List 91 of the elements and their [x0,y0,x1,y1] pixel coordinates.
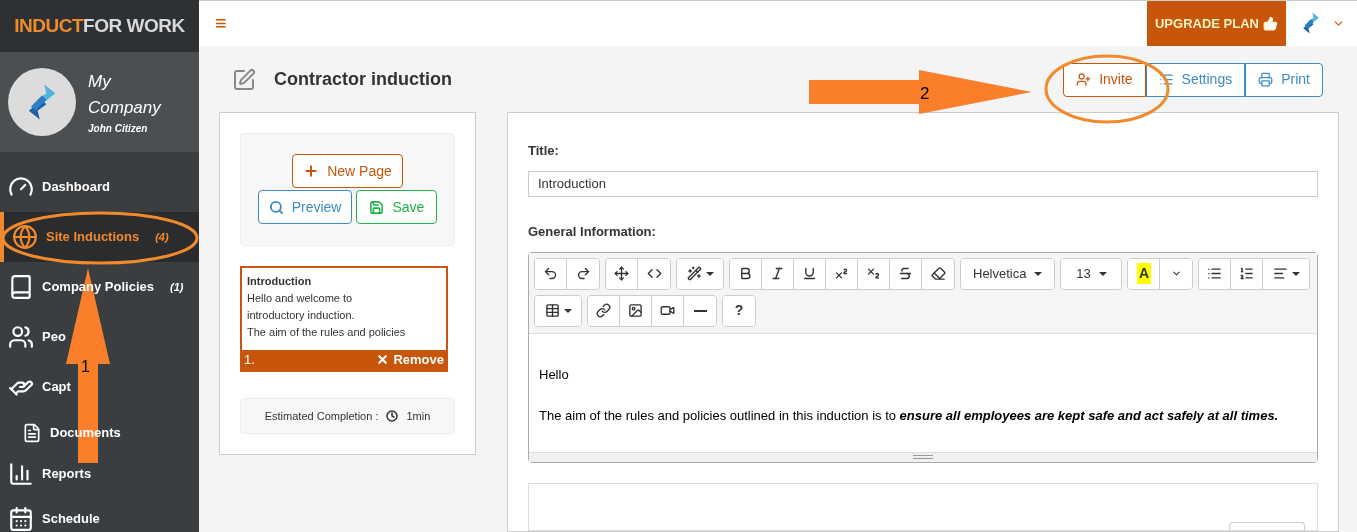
page-title: Contractor induction [274,68,452,92]
undo-tool[interactable] [535,258,567,289]
code-tool[interactable] [638,258,670,289]
document-icon [22,422,42,443]
count: (1) [170,279,184,295]
bold-tool[interactable] [730,258,762,289]
close-icon [376,353,390,367]
superscript-icon [834,266,849,282]
completion-label: Estimated Completion : [264,408,379,424]
page-number: 1. [244,350,255,369]
resize-handle[interactable] [529,451,1317,462]
numbered-list-icon [1239,266,1255,282]
remove-button[interactable]: Remove [376,349,444,370]
settings-button[interactable]: Settings [1145,62,1246,97]
edit-icon [232,67,256,92]
ol-tool[interactable] [1231,258,1264,289]
rule-tool[interactable] [684,295,716,326]
superscript-tool[interactable] [826,258,858,289]
annotation-number: 1 [81,359,90,375]
bold-icon [738,266,753,282]
bullet-list-icon [1207,266,1223,282]
move-icon [614,266,629,282]
italic-icon [770,266,785,282]
redo-icon [575,266,591,282]
preview-button[interactable]: Preview [257,190,353,225]
ul-tool[interactable] [1199,258,1232,289]
underline-icon [802,266,817,282]
magic-wand-icon [686,266,702,282]
align-left-icon [1272,266,1288,282]
strikethrough-icon [898,266,913,282]
book-icon [8,274,34,300]
completion-value: 1min [406,408,431,424]
link-icon [596,303,611,319]
italic-tool[interactable] [762,258,794,289]
logo: INDUCTFOR WORK [0,0,199,52]
redo-tool[interactable] [567,258,599,289]
toolbar-dropdown[interactable]: 13 [1061,258,1122,289]
print-button[interactable]: Print [1245,62,1323,97]
company-name: My Company [88,70,163,119]
clock-icon [386,409,399,422]
printer-icon [1258,72,1274,88]
list-icon [1158,72,1174,88]
strike-tool[interactable] [890,258,922,289]
sidebar-item[interactable]: Schedule [0,506,199,532]
page-thumbnail[interactable]: Introduction Hello and welcome to introductory induction. The aim of the rules and policies 1. Remove [240,265,448,372]
image-tool[interactable] [620,295,652,326]
new-page-button[interactable]: New Page [292,154,403,189]
toolbar-dropdown[interactable]: Helvetica [961,258,1055,289]
title-field[interactable]: Introduction [528,170,1318,198]
table-tool[interactable] [535,295,581,326]
calendar-icon [8,506,34,532]
sidebar-item[interactable]: Peo [0,324,199,350]
sidebar-item[interactable]: Reports [0,460,199,487]
link-tool[interactable] [588,295,620,326]
annotation-number: 2 [920,83,930,105]
user-name: John Citizen [88,121,149,136]
thumbs-up-icon [1263,15,1278,31]
editor-content[interactable]: Hello The aim of the rules and policies outlined in this induction is to ensure all employees are kept safe and act safely at all times. [529,333,1317,452]
people-icon [8,324,34,350]
image-icon [628,303,643,319]
video-tool[interactable] [652,295,684,326]
sidebar-item[interactable]: Capt [0,374,199,400]
count: (4) [155,229,169,245]
page-title: Introduction [247,273,313,289]
search-icon [268,199,284,215]
align-tool[interactable] [1263,258,1310,289]
title-label: Title: [528,142,560,160]
paragraph: Hello [539,365,570,384]
subscript-icon [866,266,881,282]
general-information-label: General Information: [528,223,657,242]
move-tool[interactable] [606,258,638,289]
table-icon [544,303,560,319]
invite-button[interactable]: Invite [1063,62,1146,97]
upgrade-plan-button[interactable]: UPGRADE PLAN [1147,1,1286,46]
menu-button[interactable]: ≡ [215,8,227,39]
bar-chart-icon [8,460,34,487]
add-user-icon [1076,72,1092,88]
paragraph: The aim of the rules and policies outlined in this induction is to ensure all employees are kept safe and act safely at all times. [539,407,1280,426]
save-icon [369,199,385,215]
undo-icon [543,266,558,282]
magic-tool[interactable] [677,258,723,289]
underline-tool[interactable] [794,258,826,289]
eraser-icon [930,266,946,282]
sidebar-item[interactable]: Dashboard [0,174,199,200]
globe-icon [12,224,38,250]
eraser-tool[interactable] [922,258,954,289]
highlight-button[interactable]: A [1128,258,1161,289]
page-text: Hello and welcome to introductory induction. The aim of the rules and policies [247,290,407,340]
horizontal-rule-icon [693,309,707,312]
subscript-tool[interactable] [858,258,890,289]
toolbar-dropdown[interactable]: ? [723,295,755,326]
